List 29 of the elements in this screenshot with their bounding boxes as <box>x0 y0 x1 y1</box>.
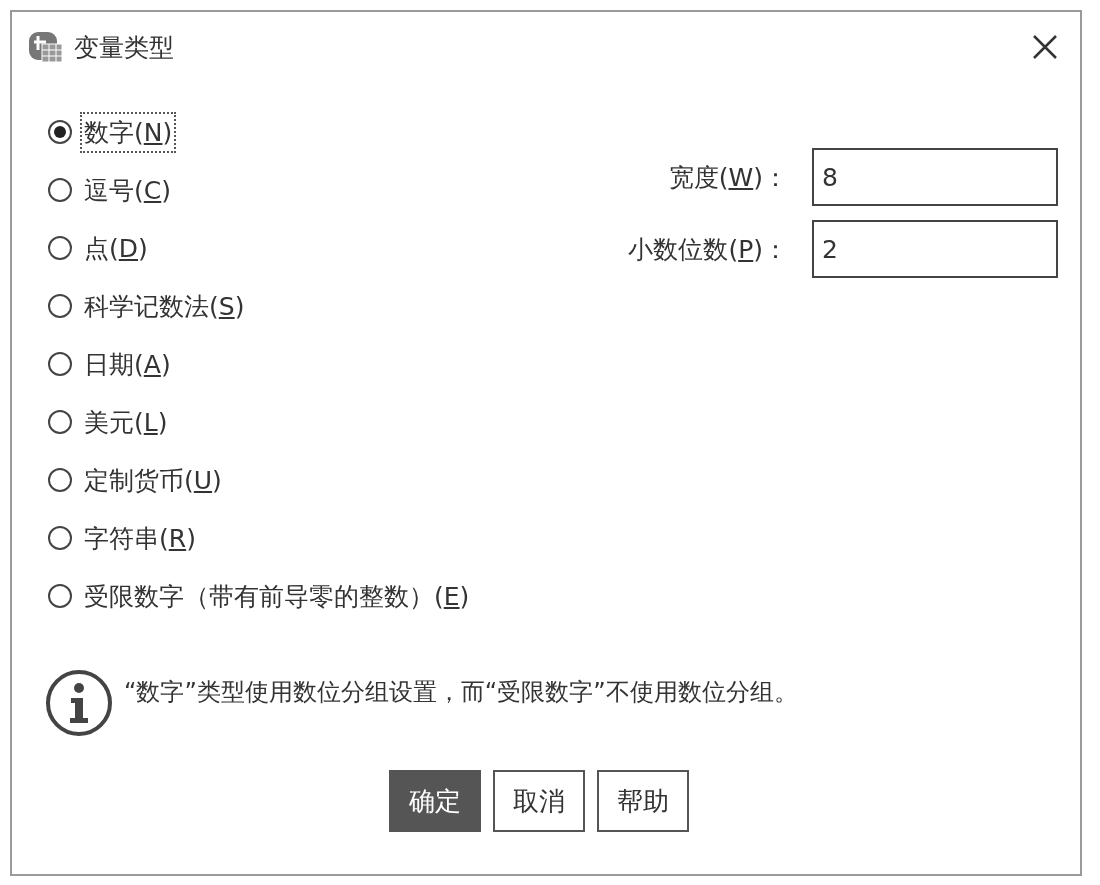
radio-button[interactable] <box>48 526 72 550</box>
field-label: 小数位数(P)： <box>628 233 788 266</box>
radio-button[interactable] <box>48 410 72 434</box>
input-field[interactable]: 2 <box>812 220 1058 278</box>
dialog-button[interactable]: 帮助 <box>597 770 689 832</box>
dialog-button[interactable]: 确定 <box>389 770 481 832</box>
field-label: 宽度(W)： <box>668 161 788 194</box>
radio-button[interactable] <box>48 468 72 492</box>
radio-label[interactable]: 科学记数法(S) <box>80 285 249 327</box>
radio-button[interactable] <box>48 236 72 260</box>
radio-label[interactable]: 美元(L) <box>80 401 172 443</box>
radio-label[interactable]: 点(D) <box>80 227 152 269</box>
info-icon <box>44 668 114 738</box>
radio-label[interactable]: 受限数字（带有前导零的整数）(E) <box>80 575 474 617</box>
radio-button[interactable] <box>48 584 72 608</box>
dialog-button[interactable]: 取消 <box>493 770 585 832</box>
radio-label[interactable]: 数字(N) <box>80 111 177 153</box>
radio-button[interactable] <box>48 178 72 202</box>
info-text: “数字”类型使用数位分组设置，而“受限数字”不使用数位分组。 <box>124 677 798 708</box>
radio-button[interactable] <box>48 294 72 318</box>
radio-label[interactable]: 字符串(R) <box>80 517 200 559</box>
window-title: 变量类型 <box>74 31 175 64</box>
radio-label[interactable]: 逗号(C) <box>80 169 175 211</box>
radio-button[interactable] <box>48 352 72 376</box>
table-icon <box>28 30 64 64</box>
input-field[interactable]: 8 <box>812 148 1058 206</box>
radio-label[interactable]: 定制货币(U) <box>80 459 226 501</box>
radio-label[interactable]: 日期(A) <box>80 343 175 385</box>
radio-button[interactable] <box>48 120 72 144</box>
